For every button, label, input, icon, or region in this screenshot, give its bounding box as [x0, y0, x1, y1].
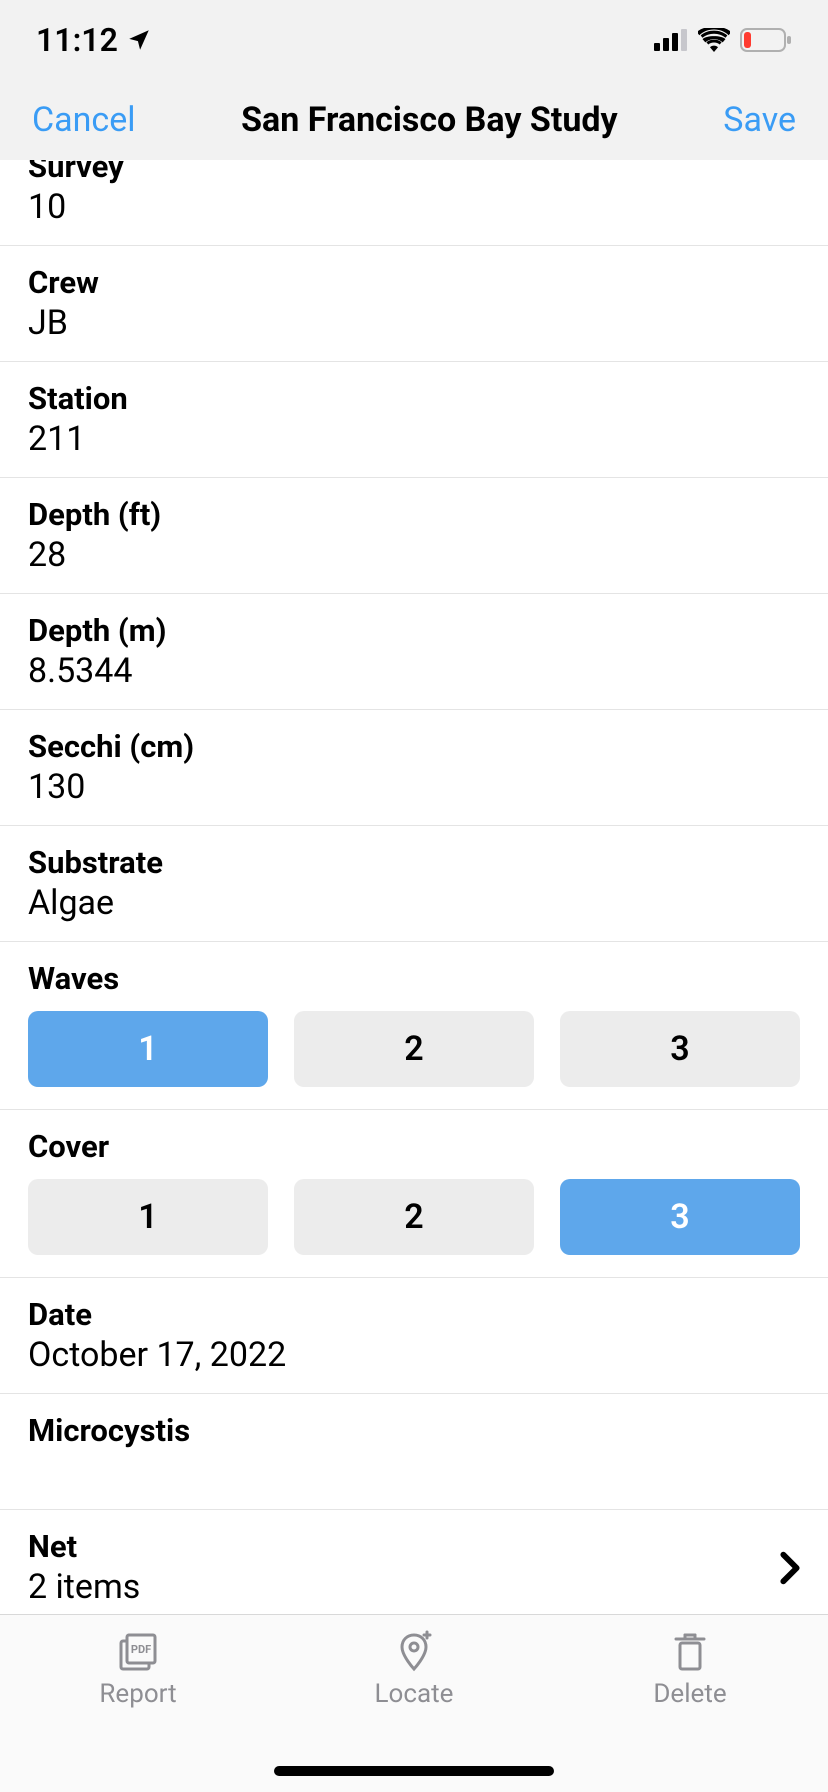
status-bar: 11:12	[0, 0, 828, 80]
form-list[interactable]: Survey 10 Crew JB Station 211 Depth (ft)…	[0, 160, 828, 1614]
tab-report[interactable]: PDF Report	[58, 1629, 218, 1709]
cover-option-1[interactable]: 1	[28, 1179, 268, 1255]
waves-option-3[interactable]: 3	[560, 1011, 800, 1087]
substrate-value: Algae	[28, 883, 800, 923]
cancel-button[interactable]: Cancel	[32, 100, 136, 140]
net-row[interactable]: Net 2 items	[0, 1510, 828, 1614]
locate-icon	[391, 1629, 437, 1675]
depth-m-row[interactable]: Depth (m) 8.5344	[0, 594, 828, 710]
tab-delete-label: Delete	[653, 1679, 726, 1709]
secchi-label: Secchi (cm)	[28, 728, 800, 765]
survey-row[interactable]: Survey 10	[0, 160, 828, 246]
cover-option-3[interactable]: 3	[560, 1179, 800, 1255]
secchi-value: 130	[28, 767, 800, 807]
delete-icon	[667, 1629, 713, 1675]
save-button[interactable]: Save	[723, 100, 796, 140]
wifi-icon	[698, 28, 730, 52]
net-label: Net	[28, 1528, 140, 1565]
content-area: Survey 10 Crew JB Station 211 Depth (ft)…	[0, 160, 828, 1614]
report-icon: PDF	[115, 1629, 161, 1675]
chevron-right-icon	[780, 1551, 800, 1585]
depth-m-value: 8.5344	[28, 651, 800, 691]
cover-row: Cover 1 2 3	[0, 1110, 828, 1278]
location-icon	[126, 27, 152, 53]
status-left: 11:12	[36, 21, 152, 59]
home-indicator[interactable]	[274, 1766, 554, 1776]
crew-row[interactable]: Crew JB	[0, 246, 828, 362]
battery-icon	[740, 28, 792, 52]
net-value: 2 items	[28, 1567, 140, 1607]
tab-delete[interactable]: Delete	[610, 1629, 770, 1709]
date-row[interactable]: Date October 17, 2022	[0, 1278, 828, 1394]
crew-value: JB	[28, 303, 800, 343]
waves-option-2[interactable]: 2	[294, 1011, 534, 1087]
status-right	[654, 28, 792, 52]
station-row[interactable]: Station 211	[0, 362, 828, 478]
cover-option-2[interactable]: 2	[294, 1179, 534, 1255]
depth-m-label: Depth (m)	[28, 612, 800, 649]
waves-segments: 1 2 3	[0, 1011, 828, 1087]
secchi-row[interactable]: Secchi (cm) 130	[0, 710, 828, 826]
tab-locate[interactable]: Locate	[334, 1629, 494, 1709]
tab-report-label: Report	[99, 1679, 176, 1709]
cellular-icon	[654, 29, 688, 51]
microcystis-row[interactable]: Microcystis	[0, 1394, 828, 1510]
substrate-label: Substrate	[28, 844, 800, 881]
tab-locate-label: Locate	[375, 1679, 454, 1709]
crew-label: Crew	[28, 264, 800, 301]
microcystis-value	[28, 1451, 800, 1491]
waves-option-1[interactable]: 1	[28, 1011, 268, 1087]
station-value: 211	[28, 419, 800, 459]
page-title: San Francisco Bay Study	[241, 100, 618, 140]
cover-label: Cover	[28, 1128, 828, 1165]
depth-ft-row[interactable]: Depth (ft) 28	[0, 478, 828, 594]
substrate-row[interactable]: Substrate Algae	[0, 826, 828, 942]
waves-label: Waves	[28, 960, 828, 997]
depth-ft-value: 28	[28, 535, 800, 575]
survey-value: 10	[28, 187, 800, 227]
microcystis-label: Microcystis	[28, 1412, 800, 1449]
survey-label: Survey	[28, 160, 800, 185]
station-label: Station	[28, 380, 800, 417]
date-value: October 17, 2022	[28, 1335, 800, 1375]
waves-row: Waves 1 2 3	[0, 942, 828, 1110]
cover-segments: 1 2 3	[0, 1179, 828, 1255]
depth-ft-label: Depth (ft)	[28, 496, 800, 533]
svg-text:PDF: PDF	[131, 1643, 151, 1656]
nav-bar: Cancel San Francisco Bay Study Save	[0, 80, 828, 160]
date-label: Date	[28, 1296, 800, 1333]
status-time: 11:12	[36, 21, 118, 59]
